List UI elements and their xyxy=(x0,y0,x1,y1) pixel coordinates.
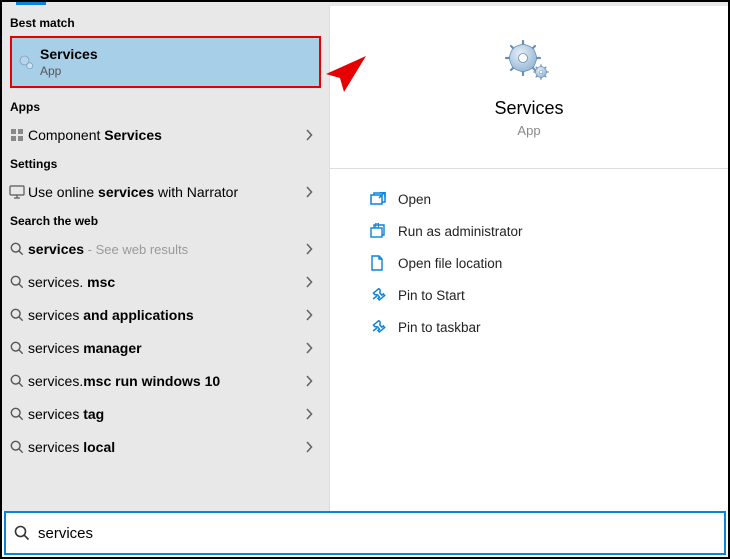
section-web: Search the web xyxy=(2,208,329,232)
chevron-right-icon xyxy=(305,441,321,453)
chevron-right-icon xyxy=(305,408,321,420)
action-pin-to-taskbar[interactable]: Pin to taskbar xyxy=(370,311,728,343)
best-match-text: Services App xyxy=(40,46,319,78)
result-label: services. msc xyxy=(28,274,305,290)
result-label: services manager xyxy=(28,340,305,356)
preview-subtitle: App xyxy=(517,123,540,138)
web-result-item[interactable]: services tag xyxy=(2,397,329,430)
search-icon xyxy=(6,440,28,454)
top-bar xyxy=(2,2,728,6)
action-label: Open xyxy=(398,192,431,207)
chevron-right-icon xyxy=(305,186,321,198)
actions-list: Open Run as administrator Open file locati… xyxy=(330,169,728,343)
services-icon xyxy=(12,53,40,71)
section-apps: Apps xyxy=(2,94,329,118)
web-result-item[interactable]: services - See web results xyxy=(2,232,329,265)
best-match-subtitle: App xyxy=(40,64,319,78)
app-result-item[interactable]: Component Services xyxy=(2,118,329,151)
web-result-item[interactable]: services and applications xyxy=(2,298,329,331)
search-icon xyxy=(6,275,28,289)
search-icon xyxy=(6,374,28,388)
preview-header: Services App xyxy=(330,6,728,169)
preview-panel: Services App OpenRun as administratorOpe… xyxy=(330,6,728,511)
shield-icon xyxy=(370,223,398,239)
action-label: Pin to Start xyxy=(398,288,465,303)
settings-result-item[interactable]: Use online services with Narrator xyxy=(2,175,329,208)
chevron-right-icon xyxy=(305,243,321,255)
result-label: Use online services with Narrator xyxy=(28,184,305,200)
monitor-icon xyxy=(6,185,28,199)
preview-title: Services xyxy=(494,98,563,119)
result-label: services tag xyxy=(28,406,305,422)
chevron-right-icon xyxy=(305,375,321,387)
web-result-item[interactable]: services. msc xyxy=(2,265,329,298)
best-match-item[interactable]: Services App xyxy=(10,36,321,88)
search-icon xyxy=(6,525,38,541)
action-pin-to-start[interactable]: Pin to Start xyxy=(370,279,728,311)
open-icon xyxy=(370,192,398,206)
search-icon xyxy=(6,308,28,322)
web-result-item[interactable]: services local xyxy=(2,430,329,463)
action-run-as-administrator[interactable]: Run as administrator xyxy=(370,215,728,247)
web-result-item[interactable]: services.msc run windows 10 xyxy=(2,364,329,397)
chevron-right-icon xyxy=(305,276,321,288)
accent-strip xyxy=(16,2,46,5)
action-open-file-location[interactable]: Open file location xyxy=(370,247,728,279)
result-label: services and applications xyxy=(28,307,305,323)
result-label: Component Services xyxy=(28,127,305,143)
search-icon xyxy=(6,407,28,421)
search-bar[interactable] xyxy=(4,511,726,555)
web-result-item[interactable]: services manager xyxy=(2,331,329,364)
chevron-right-icon xyxy=(305,342,321,354)
action-open[interactable]: Open xyxy=(370,183,728,215)
action-label: Run as administrator xyxy=(398,224,523,239)
component-services-icon xyxy=(6,127,28,143)
result-label: services - See web results xyxy=(28,241,305,257)
result-label: services.msc run windows 10 xyxy=(28,373,305,389)
chevron-right-icon xyxy=(305,309,321,321)
chevron-right-icon xyxy=(305,129,321,141)
search-icon xyxy=(6,341,28,355)
section-best-match: Best match xyxy=(2,10,329,34)
pin-icon xyxy=(370,288,398,302)
action-label: Pin to taskbar xyxy=(398,320,481,335)
folder-icon xyxy=(370,255,398,271)
result-label: services local xyxy=(28,439,305,455)
results-panel: Best match Services App Apps Component S… xyxy=(2,6,330,511)
action-label: Open file location xyxy=(398,256,502,271)
main-area: Best match Services App Apps Component S… xyxy=(2,6,728,511)
best-match-title: Services xyxy=(40,46,319,62)
services-large-icon xyxy=(505,40,553,84)
pin-icon xyxy=(370,320,398,334)
section-settings: Settings xyxy=(2,151,329,175)
search-input[interactable] xyxy=(38,525,724,542)
search-icon xyxy=(6,242,28,256)
